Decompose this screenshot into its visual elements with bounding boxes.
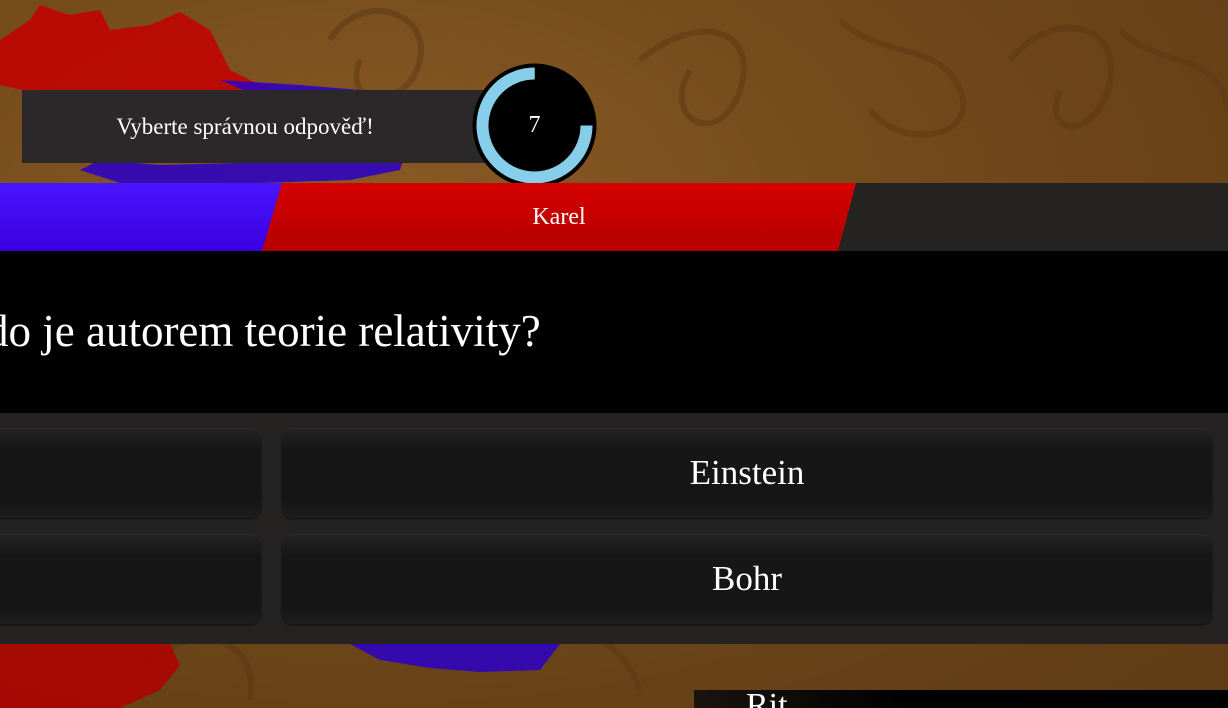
answer-button-a[interactable] bbox=[0, 428, 261, 518]
bottom-panel: Rit bbox=[694, 690, 1228, 708]
instruction-banner: Vyberte správnou odpověď! bbox=[22, 90, 498, 163]
instruction-text: Vyberte správnou odpověď! bbox=[116, 113, 374, 139]
answer-label-b: Einstein bbox=[689, 453, 805, 492]
bottom-panel-text: Rit bbox=[746, 690, 788, 708]
answer-button-b[interactable]: Einstein bbox=[282, 428, 1212, 518]
answers-panel: Einstein Bohr bbox=[0, 413, 1228, 644]
answer-label-d: Bohr bbox=[712, 559, 782, 598]
question-text: do je autorem teorie relativity? bbox=[0, 306, 541, 356]
player-red-name: Karel bbox=[532, 203, 586, 230]
timer-seconds: 7 bbox=[528, 112, 541, 138]
blue-territory-bottom bbox=[350, 644, 560, 672]
red-territory-bottom bbox=[0, 644, 180, 708]
question-panel: do je autorem teorie relativity? bbox=[0, 251, 1228, 413]
players-bar: r Karel bbox=[0, 183, 1228, 251]
countdown-timer: 7 bbox=[472, 63, 597, 188]
red-territory bbox=[0, 5, 270, 90]
player-blue-tab: r bbox=[0, 183, 284, 251]
answer-button-c[interactable] bbox=[0, 534, 261, 624]
player-red-tab: Karel bbox=[262, 183, 856, 251]
answer-button-d[interactable]: Bohr bbox=[282, 534, 1212, 624]
